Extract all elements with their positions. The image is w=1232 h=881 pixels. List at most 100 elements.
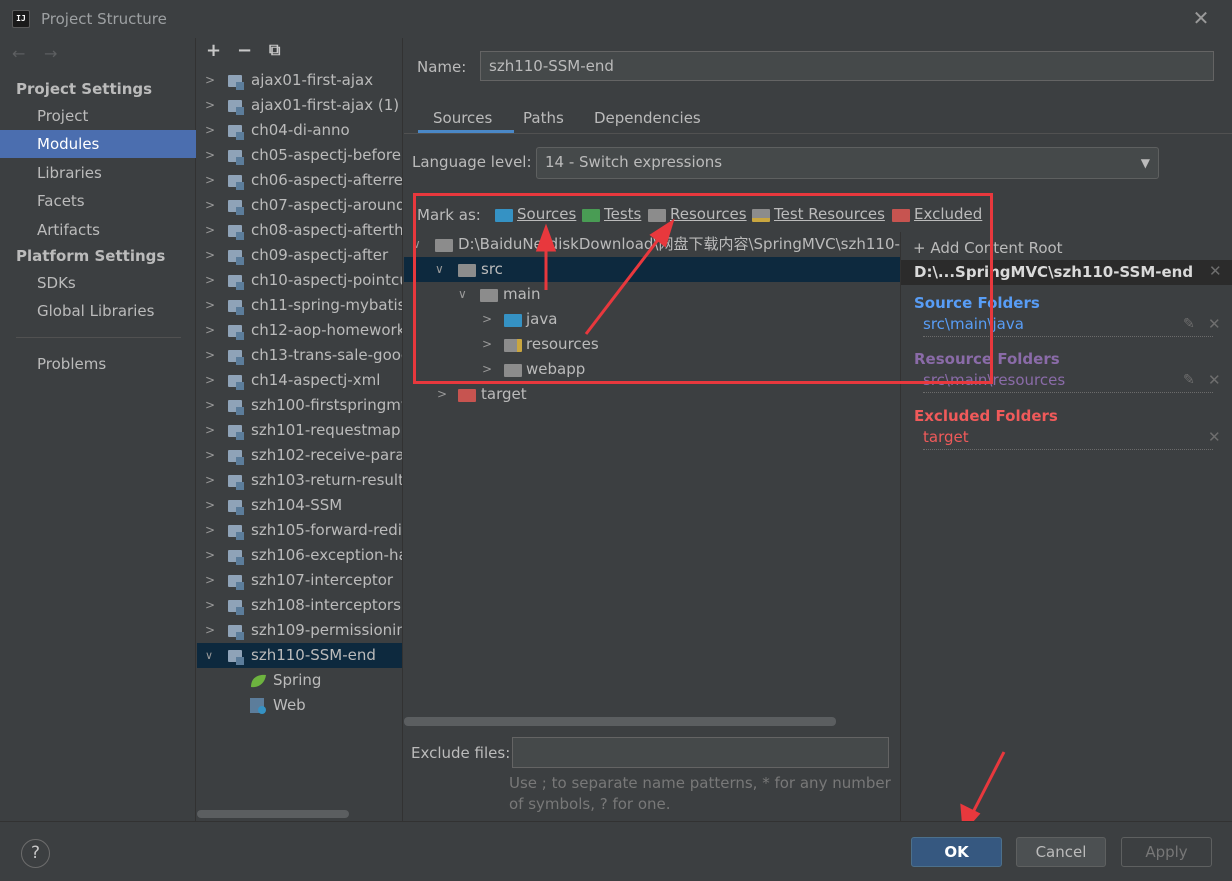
window-title: Project Structure bbox=[41, 10, 167, 28]
module-icon bbox=[228, 175, 244, 190]
cancel-button[interactable]: Cancel bbox=[1016, 837, 1106, 867]
module-row[interactable]: > szh102-receive-parar bbox=[197, 443, 402, 468]
remove-folder-icon[interactable]: ✕ bbox=[1208, 315, 1221, 333]
module-row[interactable]: > ch05-aspectj-before bbox=[197, 143, 402, 168]
language-level-label: Language level: bbox=[412, 153, 532, 171]
category-problems[interactable]: Problems bbox=[0, 350, 196, 378]
chevron-right-icon[interactable]: > bbox=[205, 493, 215, 518]
chevron-right-icon[interactable]: > bbox=[205, 118, 215, 143]
ok-button[interactable]: OK bbox=[911, 837, 1002, 867]
horizontal-scrollbar[interactable] bbox=[404, 717, 836, 726]
tab-sources[interactable]: Sources bbox=[433, 109, 492, 127]
module-row[interactable]: > ch14-aspectj-xml bbox=[197, 368, 402, 393]
module-row[interactable]: > szh103-return-result bbox=[197, 468, 402, 493]
chevron-right-icon[interactable]: > bbox=[205, 168, 215, 193]
category-libraries[interactable]: Libraries bbox=[0, 159, 196, 187]
exclude-files-field[interactable] bbox=[512, 737, 889, 768]
module-icon bbox=[228, 125, 244, 140]
chevron-right-icon[interactable]: > bbox=[205, 468, 215, 493]
tree-node-target[interactable]: > target bbox=[404, 382, 900, 407]
chevron-right-icon[interactable]: > bbox=[205, 593, 215, 618]
facet-label: Spring bbox=[273, 671, 322, 689]
module-label: szh106-exception-ha bbox=[251, 546, 403, 564]
module-name-field[interactable] bbox=[480, 51, 1214, 81]
module-row[interactable]: > szh108-interceptors bbox=[197, 593, 402, 618]
module-row[interactable]: > szh109-permissionint bbox=[197, 618, 402, 643]
module-row[interactable]: > ajax01-first-ajax (1) bbox=[197, 93, 402, 118]
category-global-libraries[interactable]: Global Libraries bbox=[0, 297, 196, 325]
module-row[interactable]: > szh107-interceptor bbox=[197, 568, 402, 593]
chevron-right-icon[interactable]: > bbox=[205, 368, 215, 393]
module-row[interactable]: > ch12-aop-homework bbox=[197, 318, 403, 343]
add-module-icon[interactable]: + bbox=[206, 40, 221, 61]
module-label: ajax01-first-ajax (1) bbox=[251, 96, 400, 114]
module-label: szh107-interceptor bbox=[251, 571, 394, 589]
language-level-value: 14 - Switch expressions bbox=[545, 153, 723, 171]
module-row[interactable]: > ch13-trans-sale-gooc bbox=[197, 343, 402, 368]
copy-module-icon[interactable]: ⧉ bbox=[269, 40, 280, 60]
chevron-right-icon[interactable]: > bbox=[205, 443, 215, 468]
module-row[interactable]: > szh105-forward-redir bbox=[197, 518, 402, 543]
back-arrow-icon[interactable]: ← bbox=[12, 44, 25, 63]
module-row[interactable]: > szh101-requestmapp bbox=[197, 418, 402, 443]
facet-row-spring[interactable]: Spring bbox=[197, 668, 402, 693]
category-facets[interactable]: Facets bbox=[0, 187, 196, 215]
forward-arrow-icon[interactable]: → bbox=[44, 44, 57, 63]
chevron-right-icon[interactable]: > bbox=[205, 418, 215, 443]
chevron-right-icon[interactable]: > bbox=[205, 68, 215, 93]
module-row[interactable]: > ch09-aspectj-after bbox=[197, 243, 402, 268]
module-row[interactable]: > szh104-SSM bbox=[197, 493, 402, 518]
horizontal-scrollbar[interactable] bbox=[197, 810, 349, 818]
chevron-right-icon[interactable]: > bbox=[205, 143, 215, 168]
module-icon bbox=[228, 150, 244, 165]
module-icon bbox=[228, 350, 244, 365]
module-icon bbox=[228, 450, 244, 465]
apply-button[interactable]: Apply bbox=[1121, 837, 1212, 867]
chevron-right-icon[interactable]: > bbox=[205, 318, 215, 343]
chevron-right-icon[interactable]: > bbox=[205, 243, 215, 268]
chevron-right-icon[interactable]: > bbox=[205, 543, 215, 568]
module-row[interactable]: > szh100-firstspringmv bbox=[197, 393, 402, 418]
module-row[interactable]: > ch11-spring-mybatis bbox=[197, 293, 402, 318]
chevron-right-icon[interactable]: > bbox=[205, 93, 215, 118]
module-row-selected[interactable]: ∨ szh110-SSM-end bbox=[197, 643, 402, 668]
category-modules[interactable]: Modules bbox=[0, 130, 196, 158]
tab-paths[interactable]: Paths bbox=[523, 109, 564, 127]
facet-row-web[interactable]: Web bbox=[197, 693, 402, 718]
chevron-down-icon[interactable]: ∨ bbox=[205, 643, 213, 668]
chevron-right-icon[interactable]: > bbox=[205, 293, 215, 318]
chevron-right-icon[interactable]: > bbox=[205, 518, 215, 543]
remove-folder-icon[interactable]: ✕ bbox=[1208, 371, 1221, 389]
remove-folder-icon[interactable]: ✕ bbox=[1208, 428, 1221, 446]
module-row[interactable]: > szh106-exception-ha bbox=[197, 543, 403, 568]
module-row[interactable]: > ch08-aspectj-afterthr bbox=[197, 218, 402, 243]
tab-dependencies[interactable]: Dependencies bbox=[594, 109, 701, 127]
module-label: ch12-aop-homework bbox=[251, 321, 403, 339]
close-icon[interactable]: ✕ bbox=[1190, 8, 1212, 30]
module-row[interactable]: > ch07-aspectj-around bbox=[197, 193, 402, 218]
category-project[interactable]: Project bbox=[0, 102, 196, 130]
module-row[interactable]: > ch10-aspectj-pointcu bbox=[197, 268, 402, 293]
module-row[interactable]: > ajax01-first-ajax bbox=[197, 68, 402, 93]
chevron-right-icon[interactable]: > bbox=[205, 343, 215, 368]
category-artifacts[interactable]: Artifacts bbox=[0, 216, 196, 244]
module-row[interactable]: > ch06-aspectj-afterret bbox=[197, 168, 402, 193]
chevron-right-icon[interactable]: > bbox=[437, 382, 447, 407]
edit-pencil-icon[interactable]: ✎ bbox=[1183, 372, 1195, 388]
chevron-right-icon[interactable]: > bbox=[205, 268, 215, 293]
chevron-right-icon[interactable]: > bbox=[205, 568, 215, 593]
chevron-right-icon[interactable]: > bbox=[205, 618, 215, 643]
chevron-right-icon[interactable]: > bbox=[205, 218, 215, 243]
remove-root-icon[interactable]: ✕ bbox=[1209, 262, 1222, 280]
category-sdks[interactable]: SDKs bbox=[0, 269, 196, 297]
chevron-right-icon[interactable]: > bbox=[205, 393, 215, 418]
module-settings: Name: Sources Paths Dependencies Languag… bbox=[404, 38, 1232, 821]
language-level-dropdown[interactable]: 14 - Switch expressions ▼ bbox=[536, 147, 1159, 179]
edit-pencil-icon[interactable]: ✎ bbox=[1183, 316, 1195, 332]
remove-module-icon[interactable]: − bbox=[237, 40, 252, 61]
help-icon[interactable]: ? bbox=[21, 839, 50, 868]
exclude-files-label: Exclude files: bbox=[411, 744, 511, 762]
project-settings-heading: Project Settings bbox=[16, 80, 153, 98]
chevron-right-icon[interactable]: > bbox=[205, 193, 215, 218]
module-row[interactable]: > ch04-di-anno bbox=[197, 118, 402, 143]
